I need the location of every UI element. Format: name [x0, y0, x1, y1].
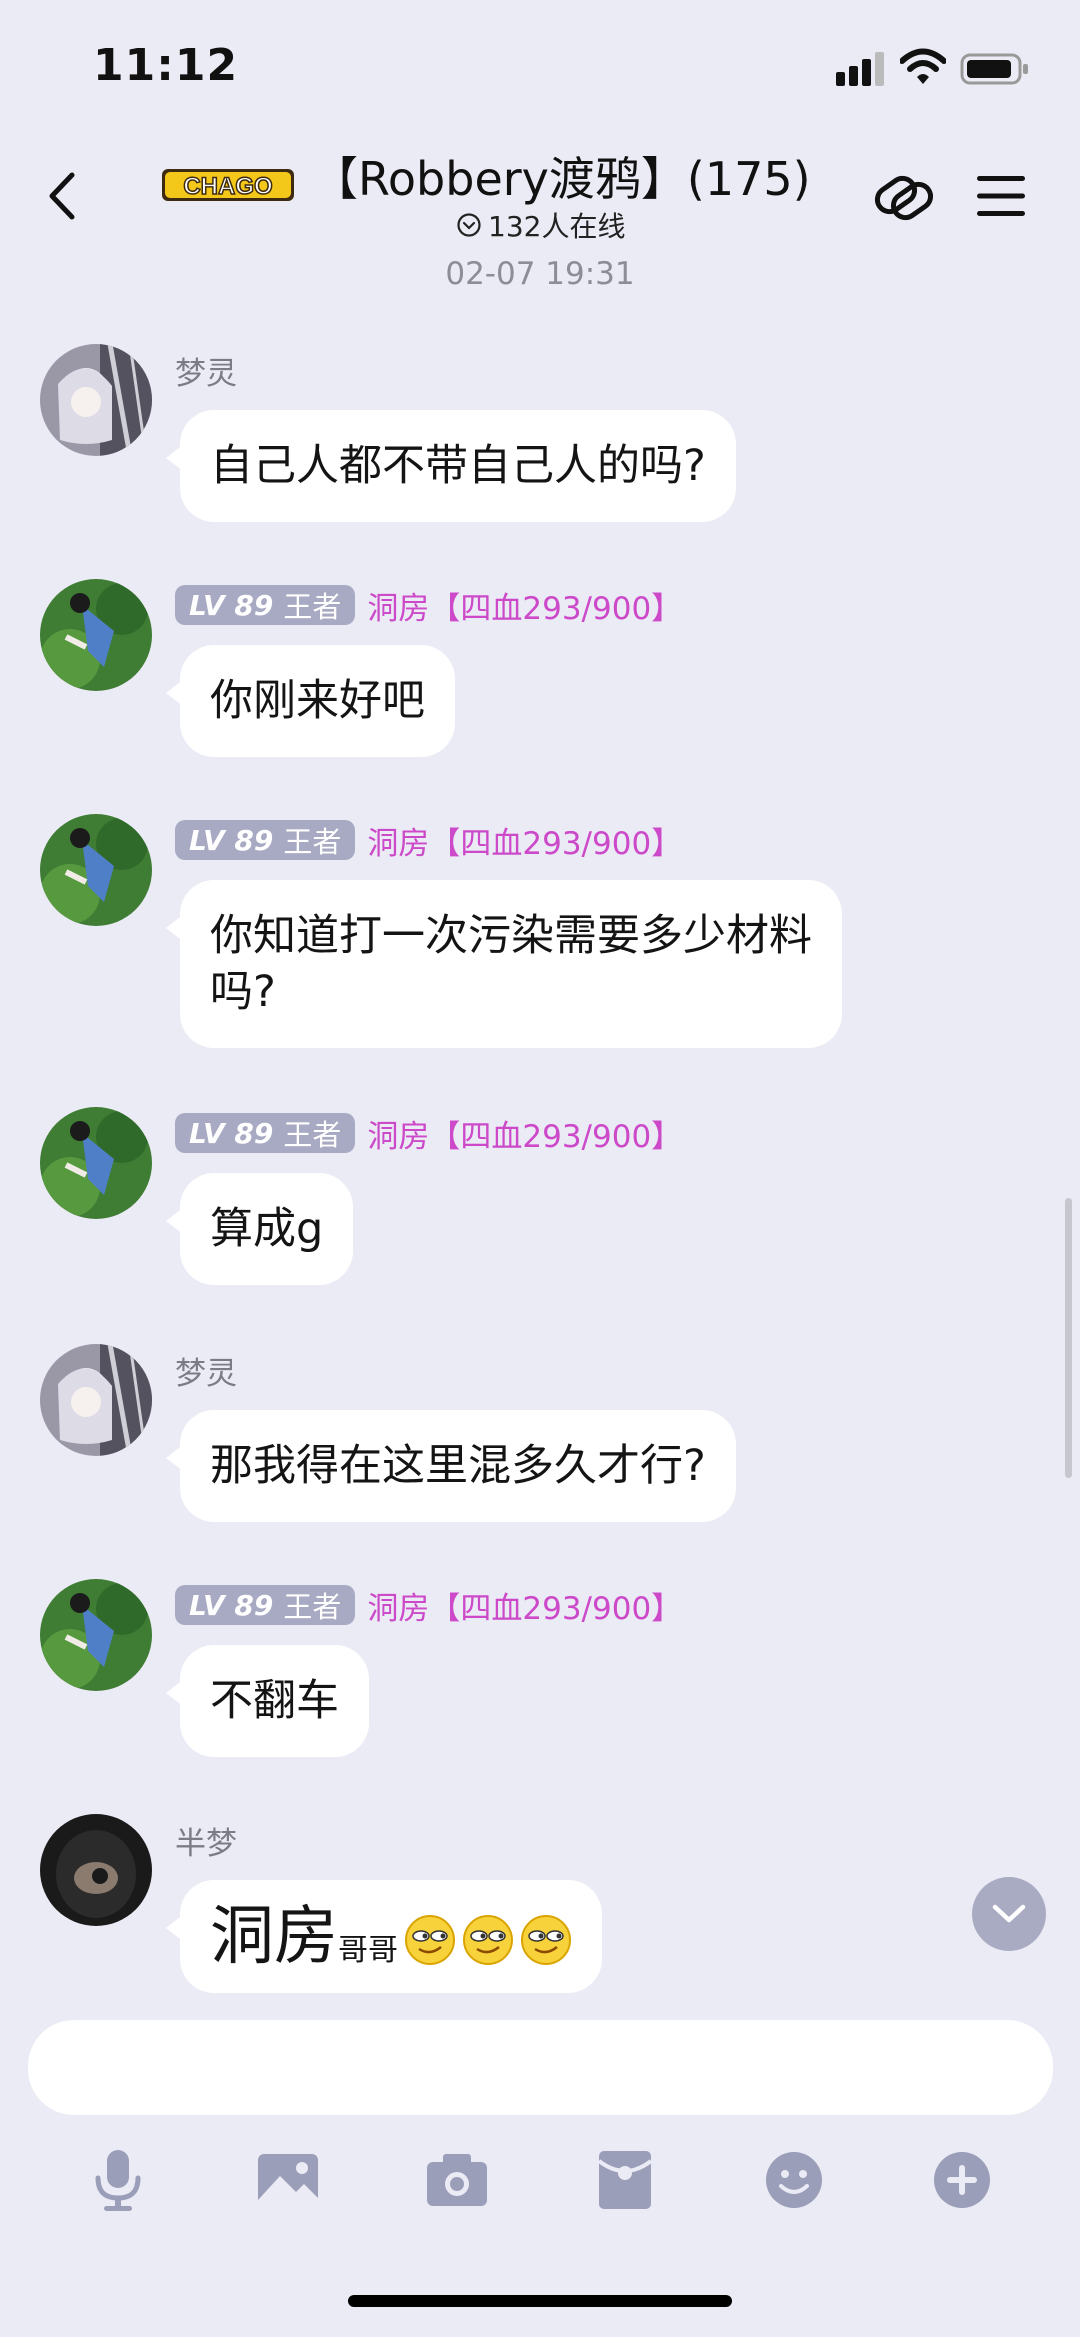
- level-title: 王者: [283, 1590, 342, 1624]
- level-number: LV 89: [189, 1116, 274, 1150]
- sender-row: LV 89 王者 洞房【四血293/900】: [175, 583, 682, 627]
- menu-icon: [977, 176, 1025, 216]
- smirk-emoji-icon: [405, 1915, 455, 1965]
- message-bubble[interactable]: 自己人都不带自己人的吗?: [166, 410, 736, 522]
- sender-name[interactable]: 半梦: [175, 1818, 237, 1863]
- sender-row: 梦灵: [175, 1348, 237, 1392]
- chat-header: CHAGO 【Robbery渡鸦】(175) 132人在线: [0, 135, 1080, 255]
- avatar[interactable]: [40, 1814, 152, 1926]
- wifi-icon: [900, 48, 946, 84]
- link-icon: [874, 175, 934, 221]
- level-badge: LV 89 王者: [175, 1585, 356, 1625]
- emoji-icon: [766, 2152, 822, 2208]
- sender-row: LV 89 王者 洞房【四血293/900】: [175, 1583, 682, 1627]
- avatar[interactable]: [40, 814, 152, 926]
- image-icon: [258, 2154, 318, 2206]
- avatar[interactable]: [40, 1579, 152, 1691]
- chat-title: 【Robbery渡鸦】(175): [312, 152, 811, 206]
- avatar[interactable]: [40, 1107, 152, 1219]
- level-title: 王者: [283, 825, 342, 859]
- level-badge: LV 89 王者: [175, 585, 356, 625]
- sender-row: LV 89 王者 洞房【四血293/900】: [175, 818, 682, 862]
- link-button[interactable]: [868, 161, 938, 231]
- back-button[interactable]: [38, 165, 84, 227]
- sender-row: LV 89 王者 洞房【四血293/900】: [175, 1111, 682, 1155]
- level-badge: LV 89 王者: [175, 820, 356, 860]
- message-timestamp: 02-07 19:31: [445, 256, 635, 292]
- svg-text:CHAGO: CHAGO: [183, 173, 272, 200]
- message-bubble[interactable]: 不翻车: [166, 1645, 369, 1757]
- chat-screen: 11:12 CHAGO 【Robbery渡鸦】(175) 132人在线 02-0…: [0, 0, 1080, 2337]
- smirk-emoji-icon: [463, 1915, 513, 1965]
- sender-name[interactable]: 梦灵: [175, 348, 237, 393]
- sender-row: 梦灵: [175, 348, 237, 392]
- level-number: LV 89: [189, 1588, 274, 1622]
- level-title: 王者: [283, 1118, 342, 1152]
- chevron-down-circle-icon: [457, 213, 481, 237]
- status-time: 11:12: [93, 40, 239, 91]
- red-packet-button[interactable]: [590, 2145, 660, 2215]
- message-line: 你知道打一次污染需要多少材料: [210, 911, 812, 961]
- chevron-down-icon: [992, 1904, 1026, 1923]
- emoji-button[interactable]: [759, 2145, 829, 2215]
- level-badge: LV 89 王者: [175, 1113, 356, 1153]
- plus-icon: [934, 2152, 990, 2208]
- level-title: 王者: [283, 590, 342, 624]
- image-button[interactable]: [253, 2145, 323, 2215]
- camera-button[interactable]: [422, 2145, 492, 2215]
- menu-button[interactable]: [966, 161, 1036, 231]
- sender-name[interactable]: 洞房【四血293/900】: [367, 583, 682, 628]
- online-count-text: 132人在线: [488, 210, 626, 243]
- avatar[interactable]: [40, 344, 152, 456]
- message-input[interactable]: [28, 2020, 1053, 2115]
- battery-icon: [960, 53, 1028, 85]
- scrollbar[interactable]: [1065, 1198, 1072, 1478]
- cellular-signal-icon: [836, 52, 884, 86]
- level-number: LV 89: [189, 823, 274, 857]
- group-logo: CHAGO: [162, 169, 294, 201]
- microphone-icon: [95, 2150, 141, 2211]
- message-bubble[interactable]: 算成g: [165, 1173, 354, 1285]
- message-bubble[interactable]: 洞房哥哥: [166, 1880, 602, 1993]
- avatar[interactable]: [40, 1344, 152, 1456]
- level-number: LV 89: [189, 588, 274, 622]
- smirk-emoji-icon: [521, 1915, 571, 1965]
- message-line: 吗?: [210, 967, 276, 1017]
- avatar[interactable]: [40, 579, 152, 691]
- message-bubble[interactable]: 你知道打一次污染需要多少材料 吗?: [166, 880, 842, 1048]
- red-packet-icon: [597, 2151, 653, 2209]
- camera-icon: [427, 2154, 487, 2206]
- sender-row: 半梦: [175, 1818, 237, 1862]
- status-bar: 11:12: [0, 0, 1080, 135]
- scroll-to-bottom-button[interactable]: [972, 1877, 1046, 1951]
- voice-button[interactable]: [83, 2145, 153, 2215]
- input-area: [0, 1995, 1080, 2337]
- message-big-text: 洞房: [210, 1900, 338, 1974]
- online-count[interactable]: 132人在线: [456, 205, 625, 245]
- sender-name[interactable]: 洞房【四血293/900】: [367, 1111, 682, 1156]
- home-indicator: [348, 2295, 732, 2307]
- sender-name[interactable]: 梦灵: [175, 1348, 237, 1393]
- sender-name[interactable]: 洞房【四血293/900】: [367, 818, 682, 863]
- more-button[interactable]: [927, 2145, 997, 2215]
- sender-name[interactable]: 洞房【四血293/900】: [367, 1583, 682, 1628]
- message-small-text: 哥哥: [338, 1933, 398, 1968]
- message-bubble[interactable]: 那我得在这里混多久才行?: [166, 1410, 736, 1522]
- message-bubble[interactable]: 你刚来好吧: [166, 645, 455, 757]
- chevron-left-icon: [49, 172, 75, 220]
